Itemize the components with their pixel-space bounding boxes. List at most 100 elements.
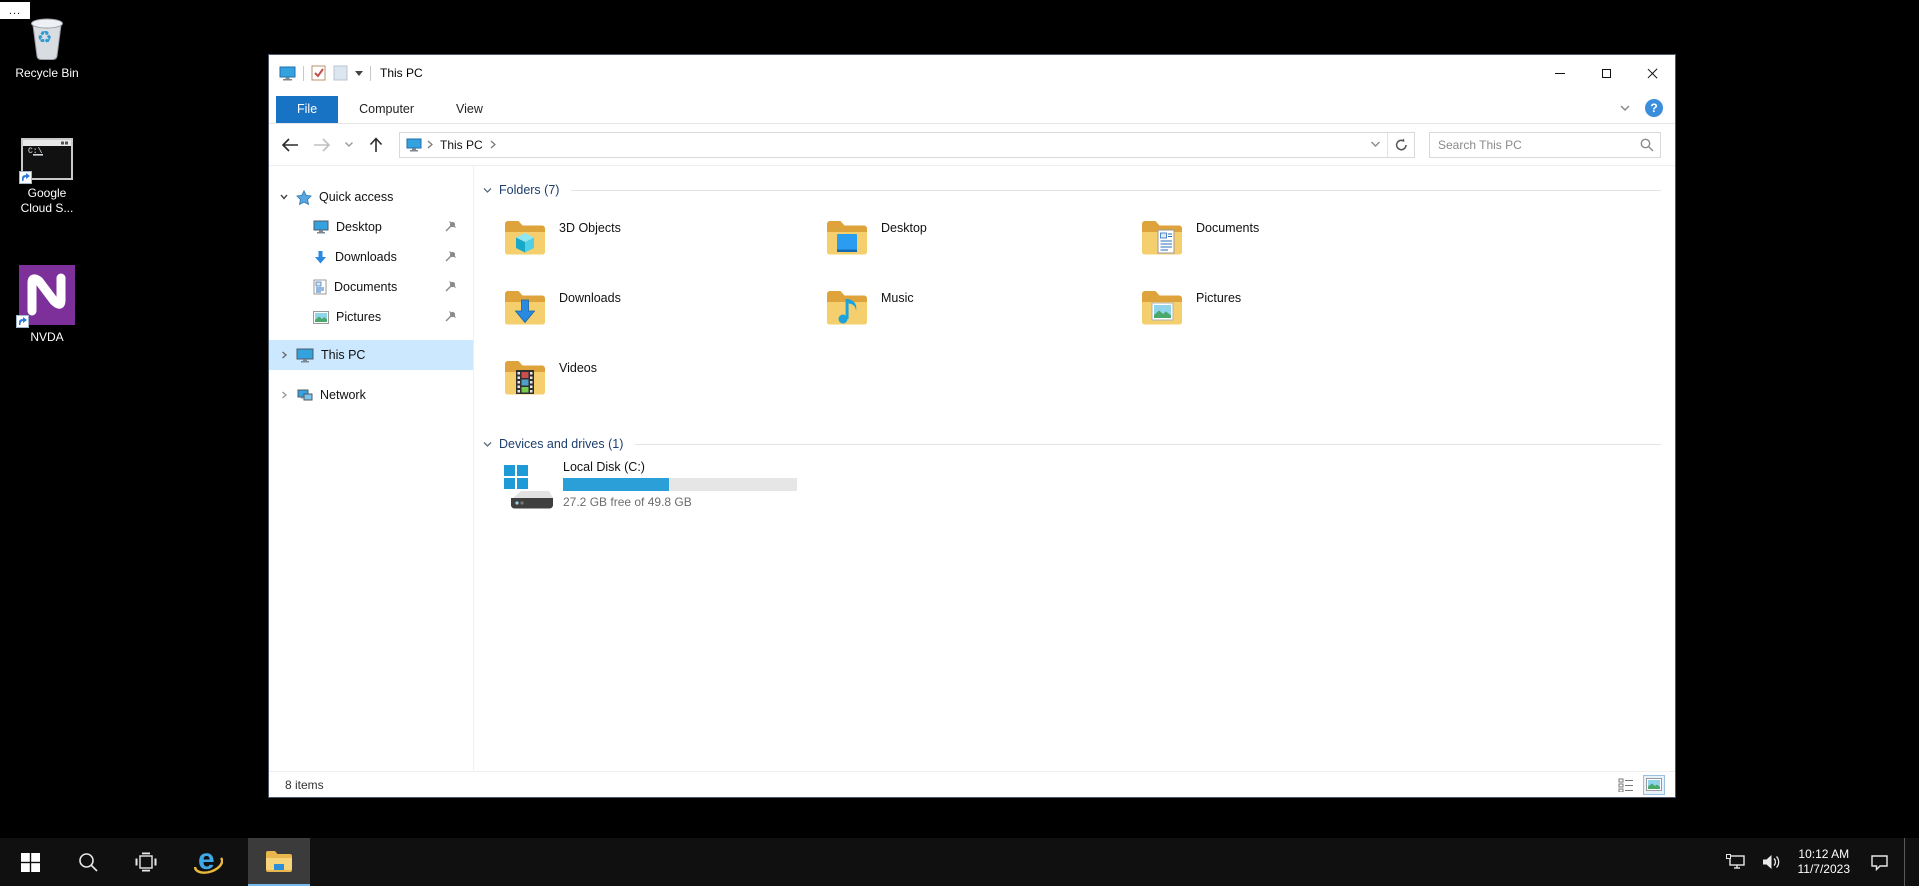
separator xyxy=(303,65,304,81)
maximize-icon xyxy=(1601,68,1611,78)
title-bar[interactable]: This PC xyxy=(269,55,1675,91)
folder-tile-downloads[interactable]: Downloads xyxy=(501,284,801,354)
folder-tile-desktop[interactable]: Desktop xyxy=(823,214,1123,284)
folder-icon-videos xyxy=(505,361,545,395)
help-button[interactable]: ? xyxy=(1645,99,1663,117)
chevron-down-icon[interactable] xyxy=(279,192,289,202)
divider xyxy=(635,443,1661,445)
shortcut-arrow-icon xyxy=(19,171,32,184)
desktop-icon-recycle-bin[interactable]: ♻ Recycle Bin xyxy=(0,12,94,81)
search-box[interactable] xyxy=(1429,131,1661,158)
sidebar-item-quick-access[interactable]: Quick access xyxy=(269,182,473,212)
maximize-button[interactable] xyxy=(1583,55,1629,91)
navigation-pane: Quick access Desktop Downloads Documents… xyxy=(269,166,474,771)
sidebar-item-desktop[interactable]: Desktop xyxy=(269,212,473,242)
clock-time: 10:12 AM xyxy=(1798,847,1850,861)
close-button[interactable] xyxy=(1629,55,1675,91)
search-icon xyxy=(79,853,98,872)
task-view-button[interactable] xyxy=(122,838,170,886)
refresh-button[interactable] xyxy=(1387,132,1414,157)
drive-name: Local Disk (C:) xyxy=(563,460,645,474)
folder-tile-3d-objects[interactable]: 3D Objects xyxy=(501,214,801,284)
properties-button-icon[interactable] xyxy=(311,65,326,81)
chevron-right-icon[interactable] xyxy=(279,350,289,360)
breadcrumb-item-this-pc[interactable]: This PC xyxy=(438,138,485,152)
folder-tile-videos[interactable]: Videos xyxy=(501,354,801,424)
group-header-folders[interactable]: Folders (7) xyxy=(480,180,1675,200)
start-button[interactable] xyxy=(6,838,54,886)
tab-computer[interactable]: Computer xyxy=(338,96,435,123)
internet-explorer-icon: e xyxy=(193,843,223,877)
action-center-button[interactable] xyxy=(1862,838,1896,886)
pin-icon xyxy=(445,311,456,322)
folder-tile-music[interactable]: Music xyxy=(823,284,1123,354)
search-input[interactable] xyxy=(1438,137,1640,152)
desktop-icon-label: Recycle Bin xyxy=(15,66,79,80)
drive-usage-fill xyxy=(563,478,670,491)
recent-locations-dropdown[interactable] xyxy=(341,132,357,158)
taskbar-clock[interactable]: 10:12 AM 11/7/2023 xyxy=(1794,847,1855,877)
internet-explorer-button[interactable]: e xyxy=(184,838,232,886)
volume-tray-button[interactable] xyxy=(1758,838,1786,886)
breadcrumb-separator-icon[interactable] xyxy=(490,140,496,149)
show-desktop-button[interactable] xyxy=(1904,838,1909,886)
sidebar-item-downloads[interactable]: Downloads xyxy=(269,242,473,272)
breadcrumb[interactable]: This PC xyxy=(400,133,1387,157)
details-view-button[interactable] xyxy=(1615,775,1637,795)
sidebar-item-network[interactable]: Network xyxy=(269,380,473,410)
address-history-dropdown-icon[interactable] xyxy=(1370,141,1381,148)
file-explorer-window: This PC File Computer View ? This PC Sea… xyxy=(268,54,1676,798)
desktop-icon-label: NVDA xyxy=(30,330,64,344)
folder-icon-music xyxy=(827,291,867,325)
new-folder-button-icon[interactable] xyxy=(333,65,348,81)
taskbar-search-button[interactable] xyxy=(64,838,112,886)
sidebar-item-pictures[interactable]: Pictures xyxy=(269,302,473,332)
tab-file[interactable]: File xyxy=(276,96,339,123)
up-button[interactable] xyxy=(363,132,389,158)
chevron-right-icon[interactable] xyxy=(279,390,289,400)
refresh-icon xyxy=(1395,138,1407,150)
address-bar[interactable]: This PC xyxy=(399,131,1415,158)
quick-access-toolbar xyxy=(279,65,371,81)
item-count: 8 items xyxy=(285,777,324,792)
customize-toolbar-dropdown-icon[interactable] xyxy=(355,70,363,76)
recycle-bin-icon: ♻ xyxy=(24,12,70,62)
documents-icon xyxy=(313,279,327,295)
thumbnail-view-icon xyxy=(1646,778,1662,791)
drive-tile-local-disk-c[interactable]: Local Disk (C:) 27.2 GB free of 49.8 GB xyxy=(501,460,801,514)
status-bar: 8 items xyxy=(269,771,1675,797)
desktop-icon-nvda[interactable]: NVDA xyxy=(0,264,94,345)
downloads-icon xyxy=(315,250,326,263)
folder-tile-documents[interactable]: Documents xyxy=(1138,214,1438,284)
close-icon xyxy=(1647,68,1658,79)
file-explorer-button[interactable] xyxy=(248,838,310,886)
windows-start-icon xyxy=(20,852,40,872)
folder-tile-pictures[interactable]: Pictures xyxy=(1138,284,1438,354)
search-icon[interactable] xyxy=(1640,138,1654,152)
sidebar-item-this-pc[interactable]: This PC xyxy=(269,340,473,370)
large-icons-view-button[interactable] xyxy=(1643,774,1665,795)
chevron-down-icon[interactable] xyxy=(482,185,493,196)
desktop-icon-google-cloud-shell[interactable]: C:\ Google Cloud S... xyxy=(0,138,94,216)
group-header-devices[interactable]: Devices and drives (1) xyxy=(480,434,1675,454)
task-view-icon xyxy=(135,852,157,872)
local-disk-icon xyxy=(504,465,553,509)
breadcrumb-separator-icon xyxy=(427,140,433,149)
this-pc-window-icon xyxy=(279,66,296,80)
minimize-button[interactable] xyxy=(1537,55,1583,91)
network-tray-button[interactable] xyxy=(1722,838,1750,886)
collapse-ribbon-icon[interactable] xyxy=(1619,104,1631,112)
tab-view[interactable]: View xyxy=(435,96,504,123)
quick-access-star-icon xyxy=(296,189,312,205)
forward-button[interactable] xyxy=(309,132,335,158)
nvda-icon xyxy=(16,264,76,328)
command-prompt-icon: C:\ xyxy=(19,138,73,184)
desktop-icon-label: Google Cloud S... xyxy=(20,186,74,215)
shortcut-arrow-icon xyxy=(16,315,29,328)
sidebar-item-documents[interactable]: Documents xyxy=(269,272,473,302)
back-button[interactable] xyxy=(277,132,303,158)
volume-icon xyxy=(1763,855,1780,869)
folder-tile-label: 3D Objects xyxy=(559,221,621,235)
chevron-down-icon[interactable] xyxy=(482,439,493,450)
pictures-icon xyxy=(313,310,329,324)
